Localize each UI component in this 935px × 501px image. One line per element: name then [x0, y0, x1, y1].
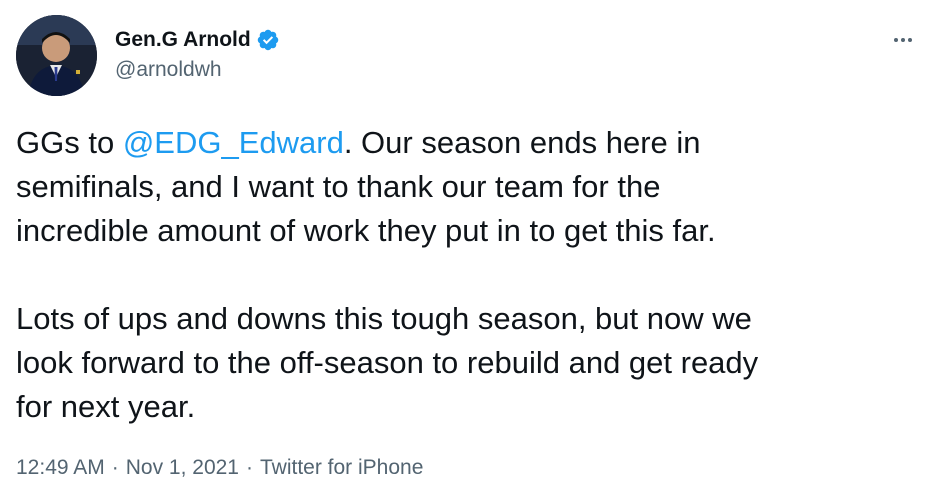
mention-link[interactable]: @EDG_Edward — [123, 125, 344, 160]
tweet-text: GGs to @EDG_Edward. Our season ends here… — [16, 121, 921, 429]
tweet-text-prefix: GGs to — [16, 125, 123, 160]
timestamp-date[interactable]: Nov 1, 2021 — [126, 456, 239, 480]
meta-separator: · — [245, 456, 253, 479]
avatar[interactable] — [16, 15, 97, 96]
handle[interactable]: @arnoldwh — [115, 58, 280, 82]
tweet-meta: 12:49 AM · Nov 1, 2021 · Twitter for iPh… — [16, 456, 423, 480]
more-button[interactable] — [883, 20, 923, 60]
tweet-text-body: . Our season ends here in semifinals, an… — [16, 125, 759, 424]
tweet-card: Gen.G Arnold @arnoldwh GGs to @EDG_Edwar… — [0, 0, 935, 501]
name-row: Gen.G Arnold — [115, 26, 280, 54]
timestamp-time[interactable]: 12:49 AM — [16, 456, 105, 480]
author-info: Gen.G Arnold @arnoldwh — [115, 26, 280, 82]
verified-badge-icon — [256, 28, 280, 52]
source-link[interactable]: Twitter for iPhone — [260, 456, 423, 480]
avatar-image — [16, 15, 97, 96]
display-name[interactable]: Gen.G Arnold — [115, 28, 251, 52]
more-horizontal-icon — [894, 38, 912, 42]
meta-separator: · — [111, 456, 119, 479]
